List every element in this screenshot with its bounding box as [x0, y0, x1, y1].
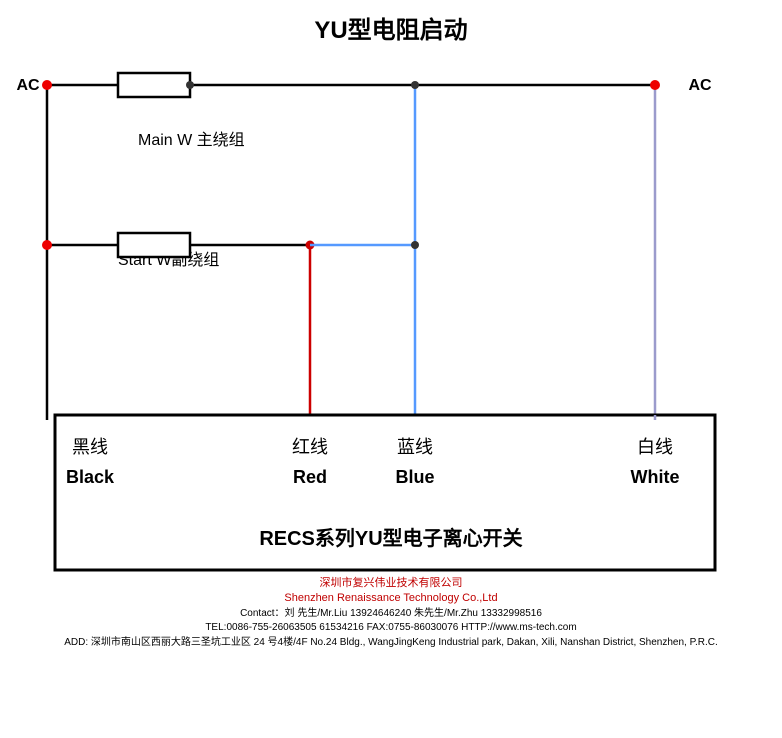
black-cn-label: 黑线 [72, 437, 108, 457]
red-en-label: Red [293, 467, 327, 487]
blue-cn-label: 蓝线 [397, 437, 433, 457]
black-en-label: Black [66, 467, 115, 487]
company-name-cn: 深圳市复兴伟业技术有限公司 [320, 575, 463, 589]
diagram-container: YU型电阻启动 AC AC Main W 主绕组 Start W副绕组 [0, 0, 782, 738]
ac-left-label: AC [16, 77, 40, 94]
company-add: ADD: 深圳市南山区西丽大路三圣坑工业区 24 号4楼/4F No.24 Bl… [64, 635, 718, 648]
white-en-label: White [631, 467, 680, 487]
company-name-en: Shenzhen Renaissance Technology Co.,Ltd [284, 592, 497, 604]
white-cn-label: 白线 [637, 437, 673, 457]
box-title-label: RECS系列YU型电子离心开关 [259, 526, 522, 550]
company-tel: TEL:0086-755-26063505 61534216 FAX:0755-… [205, 622, 576, 633]
main-winding-label: Main W 主绕组 [138, 131, 245, 149]
page-title: YU型电阻启动 [314, 16, 467, 44]
red-cn-label: 红线 [292, 437, 328, 457]
blue-en-label: Blue [395, 467, 434, 487]
ac-right-label: AC [688, 77, 712, 94]
company-contact: Contact：刘 先生/Mr.Liu 13924646240 朱先生/Mr.Z… [240, 606, 542, 619]
